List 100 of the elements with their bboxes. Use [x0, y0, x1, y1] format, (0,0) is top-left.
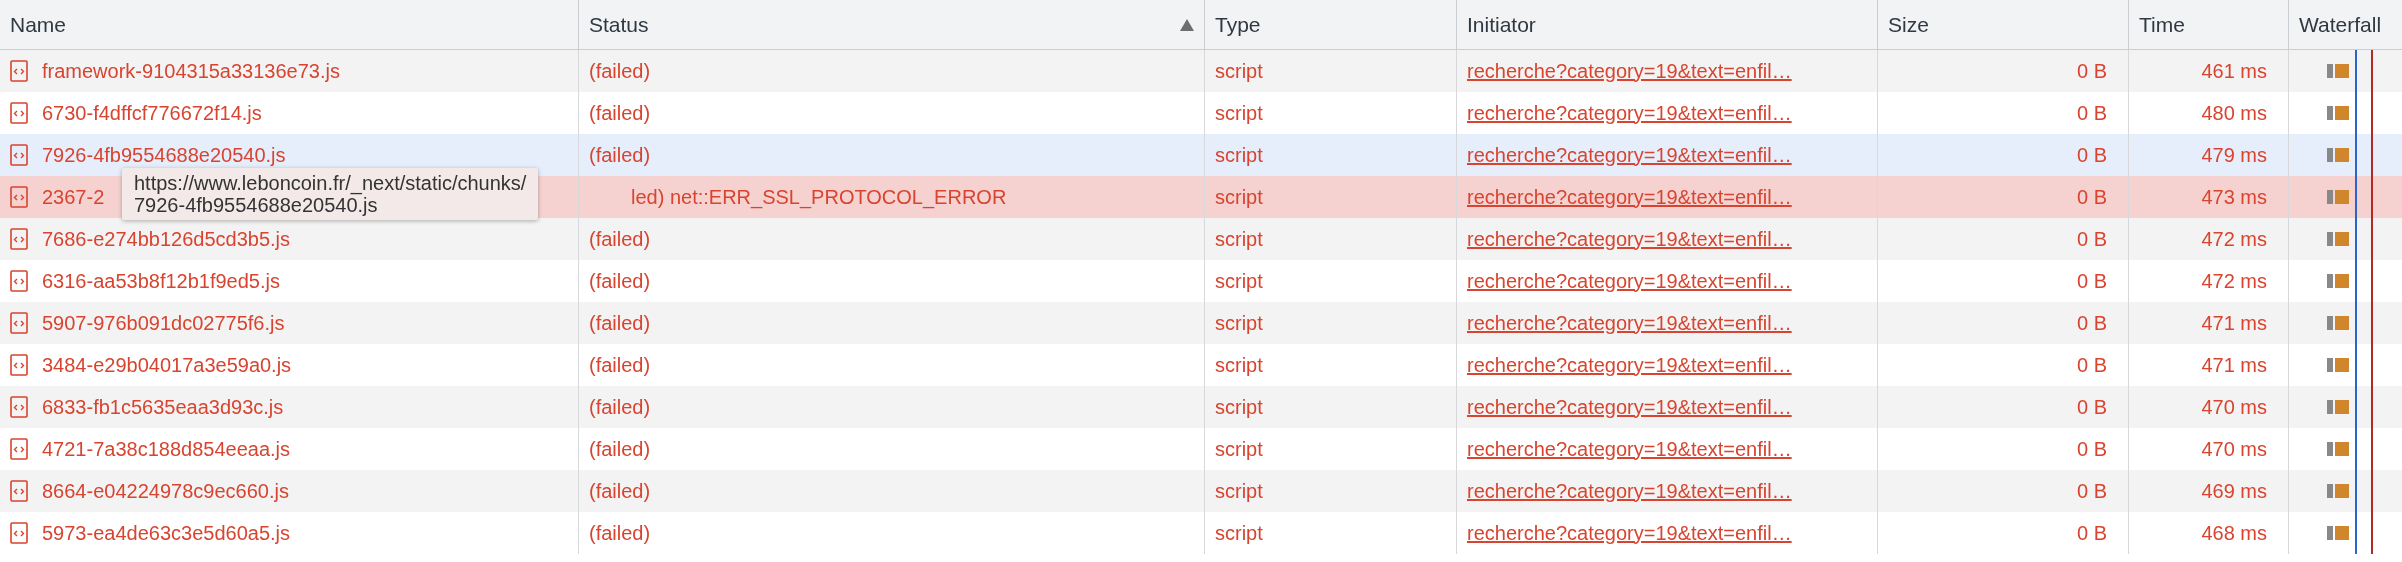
type-text: script: [1215, 395, 1263, 419]
waterfall-bar: [2327, 274, 2349, 288]
script-file-icon: [10, 354, 28, 376]
request-row[interactable]: 5907-976b091dc02775f6.js (failed) script recherche?category=19&text=enfil… 0 B 471 ms: [0, 302, 2402, 344]
column-header[interactable]: Initiator: [1457, 0, 1878, 49]
size-text: 0 B: [2076, 521, 2107, 545]
size-text: 0 B: [2076, 269, 2107, 293]
size-text: 0 B: [2076, 185, 2107, 209]
time-text: 479 ms: [2201, 143, 2267, 167]
type-text: script: [1215, 227, 1263, 251]
initiator-link[interactable]: recherche?category=19&text=enfil…: [1467, 101, 1792, 125]
status-text: (failed): [589, 353, 651, 377]
time-text: 480 ms: [2201, 101, 2267, 125]
url-tooltip: https://www.leboncoin.fr/_next/static/chunks/ 7926-4fb9554688e20540.js: [122, 168, 539, 220]
time-text: 471 ms: [2201, 311, 2267, 335]
status-text: (failed): [589, 227, 651, 251]
script-file-icon: [10, 60, 28, 82]
size-text: 0 B: [2076, 59, 2107, 83]
waterfall-bar: [2327, 526, 2349, 540]
file-name: 6833-fb1c5635eaa3d93c.js: [42, 395, 284, 419]
size-text: 0 B: [2076, 227, 2107, 251]
initiator-link[interactable]: recherche?category=19&text=enfil…: [1467, 479, 1792, 503]
status-text: (failed): [589, 101, 651, 125]
file-name: 7686-e274bb126d5cd3b5.js: [42, 227, 290, 251]
status-text: (failed): [589, 437, 651, 461]
time-text: 470 ms: [2201, 437, 2267, 461]
script-file-icon: [10, 186, 28, 208]
type-text: script: [1215, 101, 1263, 125]
type-text: script: [1215, 269, 1263, 293]
file-name: 6730-f4dffcf776672f14.js: [42, 101, 262, 125]
initiator-link[interactable]: recherche?category=19&text=enfil…: [1467, 227, 1792, 251]
waterfall-bar: [2327, 400, 2349, 414]
column-header[interactable]: Status: [579, 0, 1205, 49]
time-text: 472 ms: [2201, 269, 2267, 293]
status-text: (failed): [589, 269, 651, 293]
waterfall-bar: [2327, 148, 2349, 162]
script-file-icon: [10, 522, 28, 544]
waterfall-bar: [2327, 232, 2349, 246]
file-name: framework-9104315a33136e73.js: [42, 59, 340, 83]
column-header[interactable]: Waterfall: [2289, 0, 2402, 49]
size-text: 0 B: [2076, 353, 2107, 377]
type-text: script: [1215, 185, 1263, 209]
size-text: 0 B: [2076, 101, 2107, 125]
waterfall-bar: [2327, 442, 2349, 456]
request-row[interactable]: 8664-e04224978c9ec660.js (failed) script recherche?category=19&text=enfil… 0 B 469 ms: [0, 470, 2402, 512]
status-text: (failed): [589, 395, 651, 419]
initiator-link[interactable]: recherche?category=19&text=enfil…: [1467, 143, 1792, 167]
status-text: (failed): [589, 521, 651, 545]
type-text: script: [1215, 59, 1263, 83]
size-text: 0 B: [2076, 395, 2107, 419]
size-text: 0 B: [2076, 437, 2107, 461]
script-file-icon: [10, 396, 28, 418]
waterfall-bar: [2327, 484, 2349, 498]
file-name: 6316-aa53b8f12b1f9ed5.js: [42, 269, 280, 293]
time-text: 469 ms: [2201, 479, 2267, 503]
type-text: script: [1215, 479, 1263, 503]
time-text: 461 ms: [2201, 59, 2267, 83]
status-text: (failed): [589, 143, 651, 167]
type-text: script: [1215, 437, 1263, 461]
initiator-link[interactable]: recherche?category=19&text=enfil…: [1467, 185, 1792, 209]
waterfall-bar: [2327, 316, 2349, 330]
script-file-icon: [10, 312, 28, 334]
waterfall-bar: [2327, 64, 2349, 78]
size-text: 0 B: [2076, 143, 2107, 167]
request-row[interactable]: 7926-4fb9554688e20540.js (failed) script recherche?category=19&text=enfil… 0 B 479 ms: [0, 134, 2402, 176]
column-header[interactable]: Size: [1878, 0, 2129, 49]
time-text: 473 ms: [2201, 185, 2267, 209]
file-name: 5907-976b091dc02775f6.js: [42, 311, 285, 335]
file-name: 2367-2: [42, 185, 105, 209]
column-header[interactable]: Type: [1205, 0, 1457, 49]
file-name: 5973-ea4de63c3e5d60a5.js: [42, 521, 290, 545]
script-file-icon: [10, 102, 28, 124]
status-text: (failed): [589, 59, 651, 83]
initiator-link[interactable]: recherche?category=19&text=enfil…: [1467, 395, 1792, 419]
time-text: 471 ms: [2201, 353, 2267, 377]
type-text: script: [1215, 143, 1263, 167]
script-file-icon: [10, 438, 28, 460]
initiator-link[interactable]: recherche?category=19&text=enfil…: [1467, 269, 1792, 293]
initiator-link[interactable]: recherche?category=19&text=enfil…: [1467, 521, 1792, 545]
initiator-link[interactable]: recherche?category=19&text=enfil…: [1467, 437, 1792, 461]
script-file-icon: [10, 270, 28, 292]
file-name: 7926-4fb9554688e20540.js: [42, 143, 286, 167]
request-row[interactable]: framework-9104315a33136e73.js (failed) script recherche?category=19&text=enfil… 0 B 461 ms: [0, 50, 2402, 92]
type-text: script: [1215, 353, 1263, 377]
type-text: script: [1215, 521, 1263, 545]
initiator-link[interactable]: recherche?category=19&text=enfil…: [1467, 311, 1792, 335]
column-header[interactable]: Time: [2129, 0, 2289, 49]
initiator-link[interactable]: recherche?category=19&text=enfil…: [1467, 59, 1792, 83]
request-row[interactable]: 6833-fb1c5635eaa3d93c.js (failed) script recherche?category=19&text=enfil… 0 B 470 ms: [0, 386, 2402, 428]
script-file-icon: [10, 144, 28, 166]
time-text: 472 ms: [2201, 227, 2267, 251]
column-header[interactable]: Name: [0, 0, 579, 49]
initiator-link[interactable]: recherche?category=19&text=enfil…: [1467, 353, 1792, 377]
type-text: script: [1215, 311, 1263, 335]
time-text: 470 ms: [2201, 395, 2267, 419]
file-name: 4721-7a38c188d854eeaa.js: [42, 437, 290, 461]
script-file-icon: [10, 480, 28, 502]
size-text: 0 B: [2076, 311, 2107, 335]
waterfall-bar: [2327, 106, 2349, 120]
request-row[interactable]: 7686-e274bb126d5cd3b5.js (failed) script recherche?category=19&text=enfil… 0 B 472 ms: [0, 218, 2402, 260]
